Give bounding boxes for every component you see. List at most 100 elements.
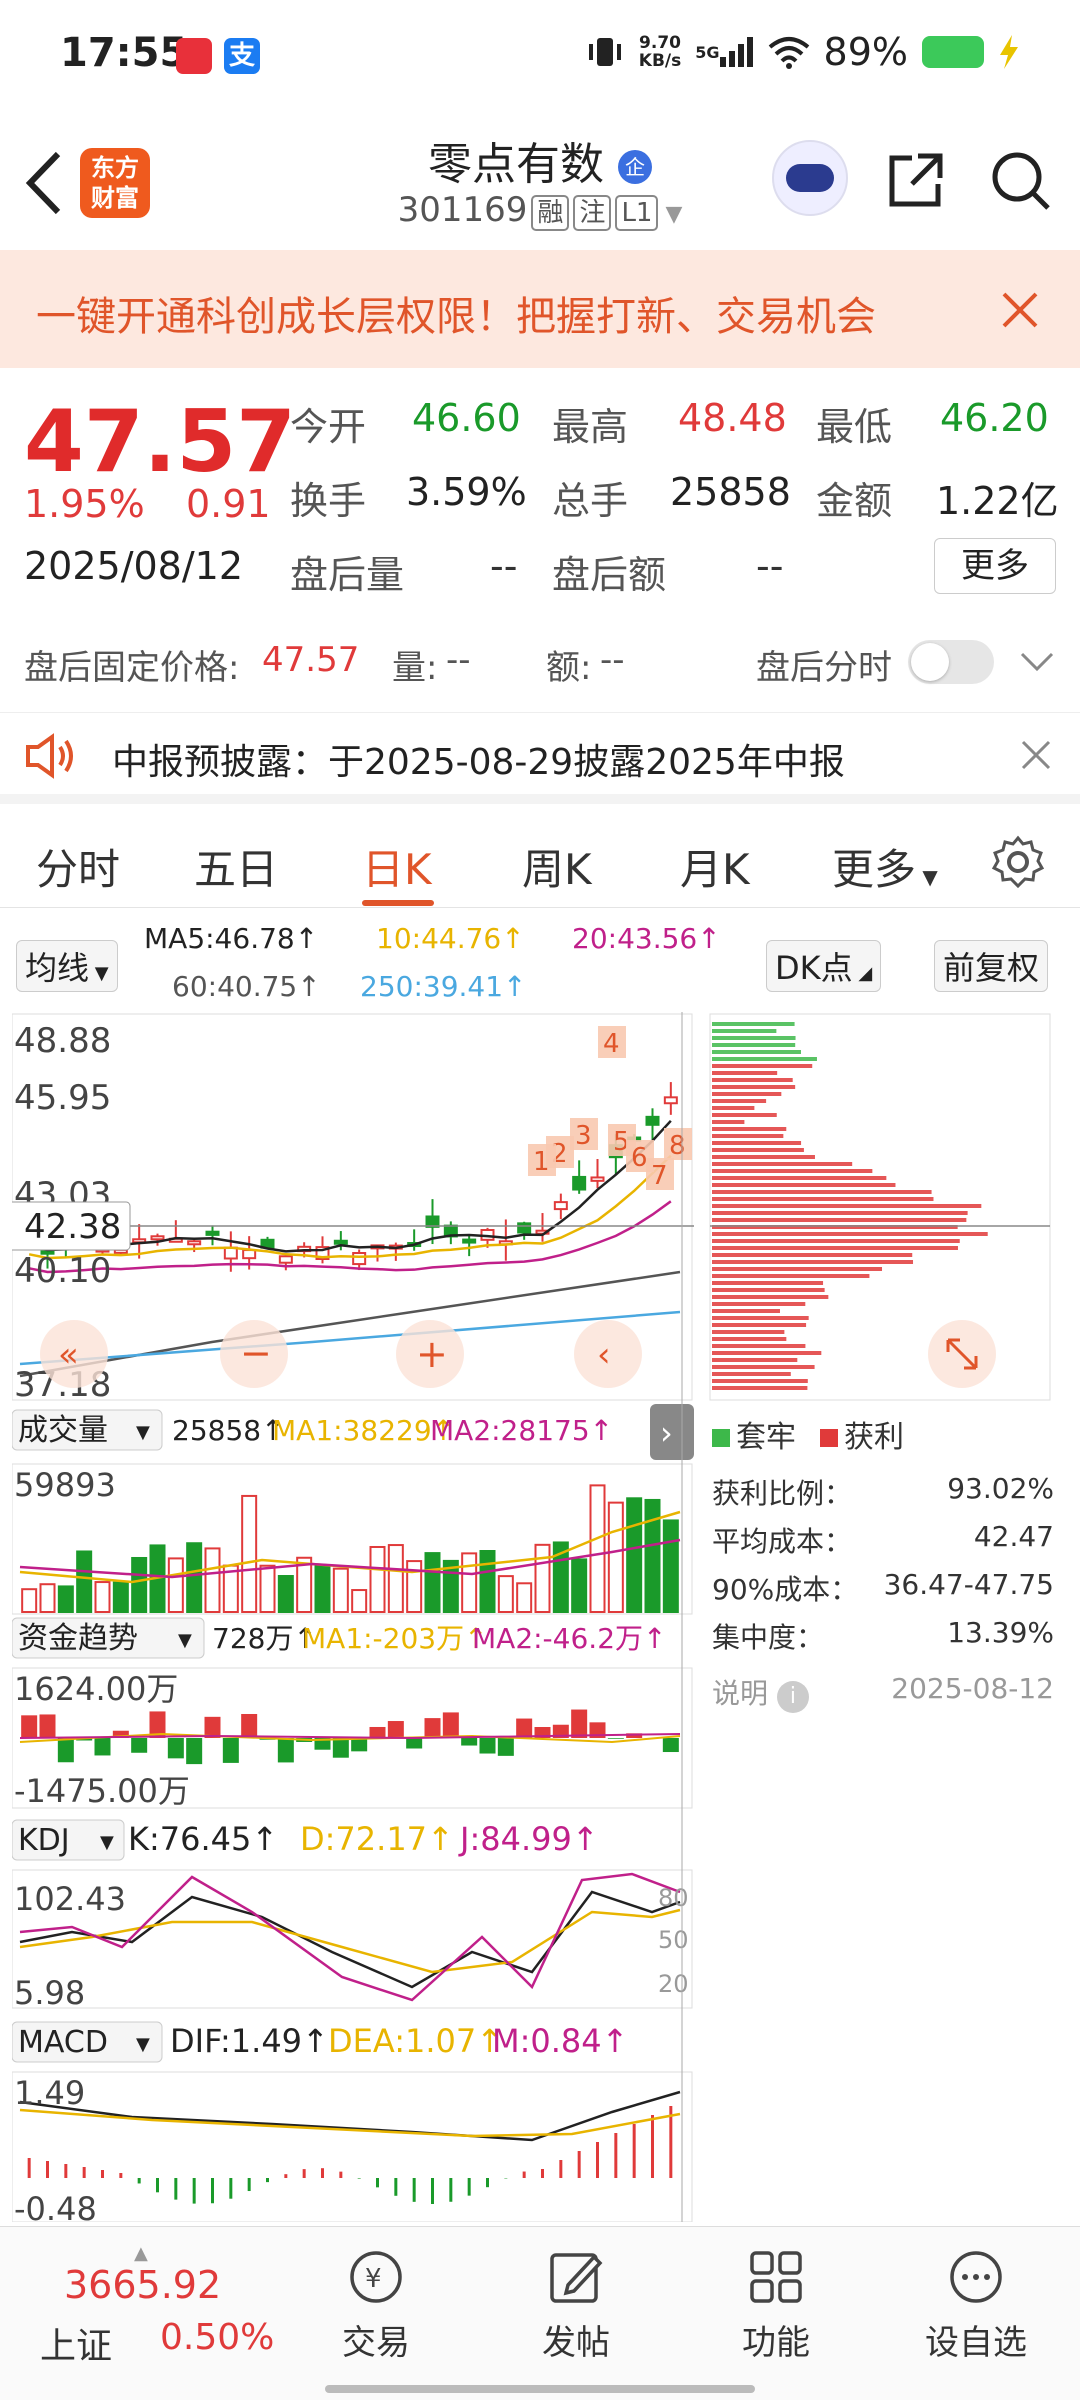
volume-bar <box>607 1501 624 1614</box>
chip-bar <box>712 1078 793 1082</box>
close-icon[interactable] <box>1000 290 1040 330</box>
zoom-in-button[interactable]: + <box>396 1320 464 1388</box>
bottom-nav: ▲ 3665.92 上证 0.50% ¥ 交易 发帖 功能 设自选 <box>0 2226 1080 2400</box>
after-hours-toggle[interactable] <box>908 640 994 684</box>
kdj-selector[interactable]: KDJ <box>18 1823 70 1858</box>
promo-banner[interactable]: 一键开通科创成长层权限！把握打新、交易机会 <box>0 250 1080 368</box>
chip-bar <box>712 1106 755 1110</box>
enterprise-badge: 企 <box>618 150 652 184</box>
nav-functions[interactable]: 功能 <box>706 2247 846 2364</box>
chip-bar <box>712 1176 887 1180</box>
fund-bar <box>39 1714 56 1738</box>
volume-bar <box>351 1589 368 1613</box>
fund-bar <box>167 1738 184 1759</box>
dk-point-selector[interactable]: DK点 ◢ <box>766 940 882 992</box>
ma-selector[interactable]: 均线 ▼ <box>16 940 118 992</box>
dk-marker: 8 <box>669 1131 686 1161</box>
chip-help-link[interactable]: 说明 i <box>712 1672 809 1713</box>
status-bar: 17:55 支 9.70 KB/s 5G 89% <box>0 0 1080 110</box>
chip-bar <box>712 1155 815 1159</box>
fixed-price-value: 47.57 <box>262 640 360 680</box>
chip-bar <box>712 1029 777 1033</box>
volume-bar <box>644 1498 661 1613</box>
candle <box>187 1240 202 1246</box>
volume-bar <box>314 1564 331 1613</box>
zoom-out-button[interactable]: − <box>220 1320 288 1388</box>
fund-bar <box>516 1718 533 1738</box>
fund-bar <box>241 1713 258 1738</box>
low-value: 46.20 <box>940 396 1049 440</box>
fund-selector[interactable]: 资金趋势 <box>18 1621 138 1656</box>
nav-post[interactable]: 发帖 <box>506 2247 646 2364</box>
tab-weekly-k[interactable]: 周K <box>522 836 592 897</box>
volume-bar <box>241 1494 258 1613</box>
chip-bar <box>712 1330 785 1334</box>
tab-timeshare[interactable]: 分时 <box>36 836 120 897</box>
settings-gear-icon[interactable] <box>990 834 1046 890</box>
notice-bar[interactable]: 中报预披露：于2025-08-29披露2025年中报 <box>0 712 1080 804</box>
volume-bar <box>534 1543 551 1614</box>
chip-bar <box>712 1309 780 1313</box>
chip-bar <box>712 1267 883 1271</box>
chip-bar <box>712 1344 806 1348</box>
vol-selector[interactable]: 成交量 <box>18 1413 108 1448</box>
quote-date: 2025/08/12 <box>24 544 244 588</box>
close-icon[interactable] <box>1020 739 1052 771</box>
assistant-avatar[interactable] <box>772 140 848 216</box>
fund-bar <box>406 1738 423 1749</box>
fund-ma1: MA1:-203万↑ <box>302 1622 488 1655</box>
search-icon[interactable] <box>990 150 1052 212</box>
last-price: 47.57 <box>24 392 297 492</box>
chip-bar <box>712 1253 913 1257</box>
crosshair-price: 42.38 <box>24 1207 121 1247</box>
expand-chips-button[interactable] <box>928 1320 996 1388</box>
dk-marker: 7 <box>651 1161 668 1191</box>
step-left-button[interactable]: ‹ <box>574 1320 642 1388</box>
after-vol-label: 量: <box>392 648 438 688</box>
macd-dea: DEA:1.07↑ <box>328 2022 503 2060</box>
more-button[interactable]: 更多 <box>934 538 1056 594</box>
chevron-up-icon: ▲ <box>134 2243 148 2264</box>
adjust-selector[interactable]: 前复权 <box>934 940 1049 992</box>
chip-bar <box>712 1183 896 1187</box>
tab-monthly-k[interactable]: 月K <box>680 836 750 897</box>
open-value: 46.60 <box>412 396 521 440</box>
kline-chart[interactable]: 43215678 48.88 45.95 43.03 40.10 37.18 4… <box>1 1012 702 2228</box>
volume-bar <box>94 1581 111 1613</box>
high-label: 最高 <box>552 405 629 449</box>
chip-bar <box>712 1260 914 1264</box>
eastmoney-logo[interactable]: 东方 财富 <box>80 148 150 218</box>
after-hours-row: 盘后固定价格: 47.57 量: -- 额: -- 盘后分时 <box>0 622 1080 702</box>
volume-bar <box>479 1550 496 1614</box>
info-icon: i <box>776 1681 809 1713</box>
macd-selector[interactable]: MACD <box>18 2025 108 2060</box>
candle <box>333 1239 348 1245</box>
chevron-down-icon[interactable] <box>1020 652 1054 672</box>
chip-distribution-panel: 套牢 获利 获利比例： 93.02% 平均成本： 42.47 90%成本： 36.47… <box>700 1012 1080 1713</box>
volume-bar <box>186 1542 203 1613</box>
svg-text:›: › <box>660 1414 673 1452</box>
candle <box>150 1235 165 1241</box>
nav-add-watchlist[interactable]: 设自选 <box>906 2247 1046 2364</box>
net-speed: 9.70 KB/s <box>638 33 682 71</box>
tab-five-day[interactable]: 五日 <box>194 836 278 897</box>
svg-text:▼: ▼ <box>100 1832 114 1853</box>
signal-icon <box>719 37 753 67</box>
tab-more[interactable]: 更多 ▼ <box>832 836 938 897</box>
active-tab-indicator <box>362 900 434 906</box>
kdj-level-50: 50 <box>658 1926 689 1954</box>
ma10-value: 10:44.76↑ <box>376 922 525 955</box>
candle <box>278 1255 293 1264</box>
kline-chart-area[interactable]: 43215678 48.88 45.95 43.03 40.10 37.18 4… <box>1 1012 702 2228</box>
status-time: 17:55 <box>60 30 188 76</box>
chip-bar <box>712 1365 815 1369</box>
fund-bar <box>94 1738 111 1756</box>
chart-nav-left[interactable]: « <box>40 1320 108 1388</box>
dk-marker: 1 <box>533 1147 550 1177</box>
change-amount: 0.91 <box>186 482 271 526</box>
nav-trade[interactable]: ¥ 交易 <box>306 2247 446 2364</box>
share-icon[interactable] <box>886 150 946 210</box>
tab-daily-k[interactable]: 日K <box>362 836 432 897</box>
vol-ma2: MA2:28175↑ <box>430 1414 613 1447</box>
chip-date: 2025-08-12 <box>891 1672 1054 1705</box>
